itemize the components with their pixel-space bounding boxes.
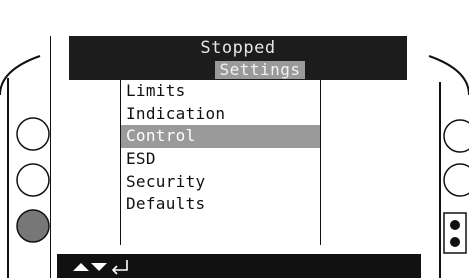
menu-item-indication[interactable]: Indication xyxy=(121,103,320,126)
selector-dot-bottom-icon xyxy=(450,237,460,247)
nav-bar xyxy=(57,254,421,278)
menu-item-limits[interactable]: Limits xyxy=(121,80,320,103)
left-button-top[interactable] xyxy=(16,117,50,151)
status-bar: Stopped xyxy=(69,36,407,60)
title-bar: Settings xyxy=(69,60,407,80)
right-button-top[interactable] xyxy=(443,119,469,153)
page-title: Settings xyxy=(219,60,301,79)
menu-item-defaults[interactable]: Defaults xyxy=(121,193,320,216)
menu-item-esd[interactable]: ESD xyxy=(121,148,320,171)
up-arrow-icon[interactable] xyxy=(73,263,89,271)
left-button-middle[interactable] xyxy=(16,163,50,197)
nav-icons xyxy=(73,260,128,275)
enter-icon[interactable] xyxy=(111,260,128,275)
left-button-active[interactable] xyxy=(16,209,50,243)
down-arrow-icon[interactable] xyxy=(91,263,107,271)
housing-right-curve xyxy=(428,55,469,96)
title-highlight: Settings xyxy=(215,61,305,79)
actuator-display: Stopped Settings Limits Indication Contr… xyxy=(0,0,469,278)
settings-menu: Limits Indication Control ESD Security D… xyxy=(120,80,321,245)
menu-item-control[interactable]: Control xyxy=(121,125,320,149)
selector-dot-top-icon xyxy=(450,220,460,230)
right-button-middle[interactable] xyxy=(443,163,469,197)
lcd-screen: Stopped Settings Limits Indication Contr… xyxy=(51,28,421,278)
menu-item-security[interactable]: Security xyxy=(121,171,320,194)
housing-left-curve xyxy=(0,55,41,96)
status-text: Stopped xyxy=(200,38,276,58)
